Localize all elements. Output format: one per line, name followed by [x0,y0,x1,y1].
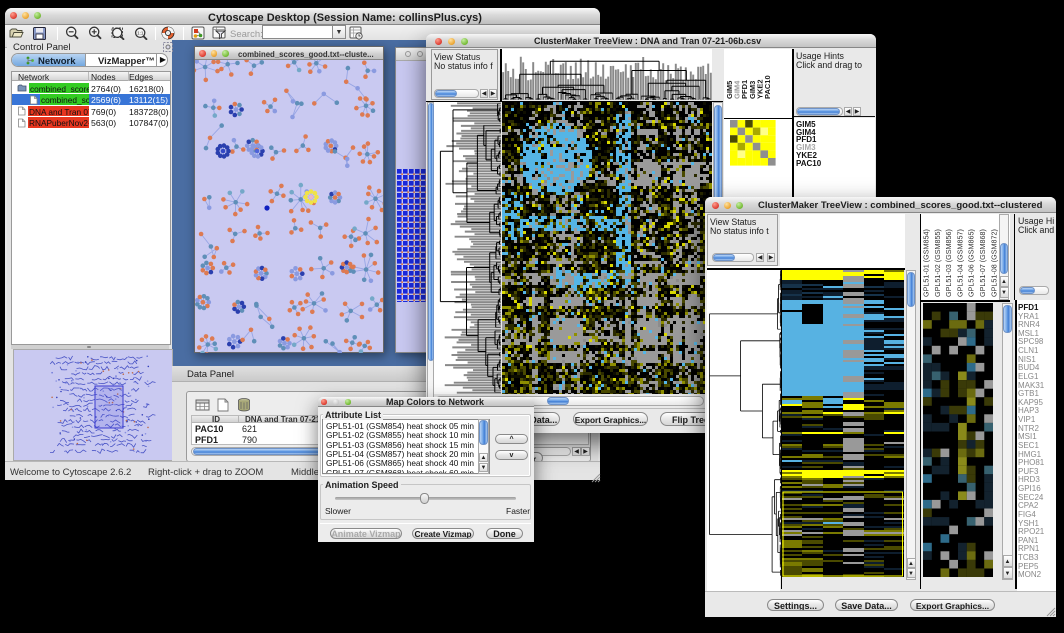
svg-text:GPL51-04 (GSM857): GPL51-04 (GSM857) [955,229,964,297]
svg-text:GPL51-01 (GSM854): GPL51-01 (GSM854) [922,229,931,297]
svg-text:PAC10: PAC10 [763,75,772,99]
svg-text:GPL51-08 (GSM872): GPL51-08 (GSM872) [989,229,998,297]
svg-text:1:1: 1:1 [137,31,144,36]
svg-text:GPL51-02 (GSM855): GPL51-02 (GSM855) [933,229,942,297]
svg-text:GPL51-03 (GSM856): GPL51-03 (GSM856) [944,229,953,297]
svg-text:GPL51-06 (GSM865): GPL51-06 (GSM865) [967,229,976,297]
svg-text:GPL51-07 (GSM868): GPL51-07 (GSM868) [978,229,987,297]
